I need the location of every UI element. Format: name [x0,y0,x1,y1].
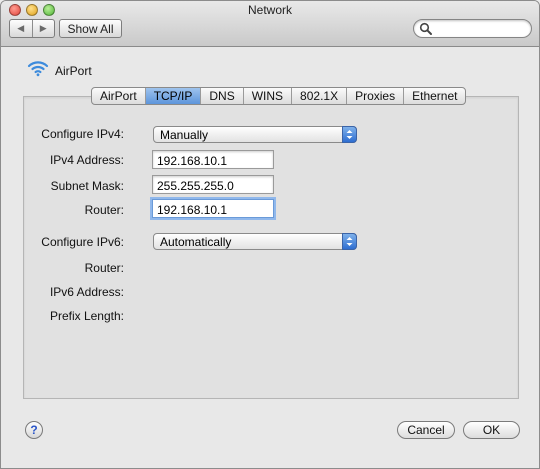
tab-proxies[interactable]: Proxies [346,88,403,104]
search-icon [419,22,432,35]
tab-dns[interactable]: DNS [200,88,242,104]
search-field[interactable] [413,19,532,38]
popup-arrows-icon [342,233,357,250]
configure-ipv6-popup[interactable]: Automatically [153,233,357,250]
back-forward-control: ◀ ▶ [9,19,55,38]
ipv6-router-label: Router: [84,261,124,275]
ipv4-address-field[interactable] [152,150,274,169]
configure-ipv4-popup[interactable]: Manually [153,126,357,143]
configure-ipv4-label: Configure IPv4: [41,127,124,141]
tab-bar: AirPort TCP/IP DNS WINS 802.1X Proxies E… [91,87,467,105]
window-title: Network [247,3,292,17]
configure-ipv4-value: Manually [160,128,209,142]
router-field[interactable] [152,199,274,218]
title-toolbar: Network ◀ ▶ Show All [1,1,539,47]
interface-name: AirPort [55,64,92,78]
tab-8021x[interactable]: 802.1X [291,88,346,104]
router-label: Router: [84,203,124,217]
popup-arrows-icon [342,126,357,143]
wifi-icon [27,61,49,77]
help-button[interactable]: ? [25,421,43,439]
tab-ethernet[interactable]: Ethernet [403,88,465,104]
ipv6-address-label: IPv6 Address: [49,285,124,299]
prefix-length-label: Prefix Length: [49,309,124,323]
subnet-mask-field[interactable] [152,175,274,194]
configure-ipv6-value: Automatically [160,235,232,249]
tab-airport[interactable]: AirPort [92,88,145,104]
tcpip-panel: Configure IPv4: Manually IPv4 Address: S… [23,96,519,399]
back-icon[interactable]: ◀ [10,20,32,37]
ok-button[interactable]: OK [463,421,520,439]
tab-tcpip[interactable]: TCP/IP [144,88,201,104]
configure-ipv6-label: Configure IPv6: [41,235,124,249]
subnet-mask-label: Subnet Mask: [50,179,124,193]
search-input[interactable] [434,21,526,36]
tab-wins[interactable]: WINS [242,88,291,104]
network-window: Network ◀ ▶ Show All AirPort Configure I… [0,0,540,469]
forward-icon[interactable]: ▶ [31,20,55,37]
show-all-button[interactable]: Show All [59,19,122,38]
ipv4-address-label: IPv4 Address: [49,153,124,167]
cancel-button[interactable]: Cancel [397,421,455,439]
